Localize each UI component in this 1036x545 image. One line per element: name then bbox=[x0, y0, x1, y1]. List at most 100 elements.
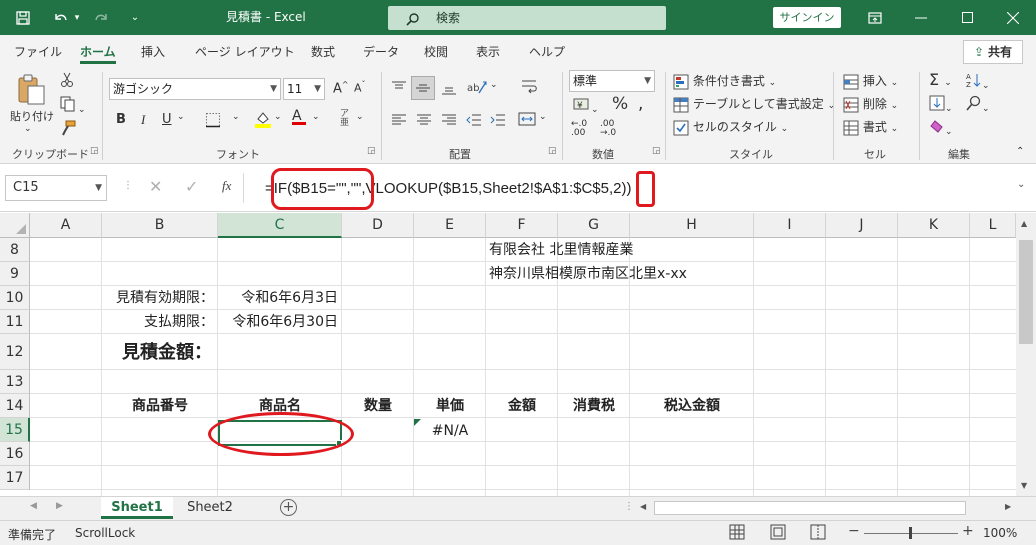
font-color-icon[interactable]: A bbox=[292, 108, 306, 125]
align-right-icon[interactable] bbox=[441, 112, 457, 131]
column-header-l[interactable]: L bbox=[970, 213, 1016, 238]
borders-icon[interactable] bbox=[205, 112, 221, 131]
row-header-13[interactable]: 13 bbox=[0, 370, 30, 394]
cell-f9[interactable]: 神奈川県相模原市南区北里x-xx bbox=[489, 262, 687, 286]
zoom-in-icon[interactable]: + bbox=[962, 523, 974, 539]
row-header-10[interactable]: 10 bbox=[0, 286, 30, 310]
format-as-table-button[interactable]: テーブルとして書式設定 ⌄ bbox=[673, 95, 835, 113]
font-launcher-icon[interactable]: ◲ bbox=[367, 146, 376, 156]
cell-c11[interactable]: 令和6年6月30日 bbox=[232, 310, 338, 334]
add-sheet-icon[interactable]: + bbox=[280, 499, 297, 516]
number-format-select[interactable]: 標準 ▼ bbox=[569, 70, 655, 92]
normal-view-icon[interactable] bbox=[729, 524, 747, 542]
italic-icon[interactable]: I bbox=[141, 112, 145, 128]
column-header-i[interactable]: I bbox=[754, 213, 826, 238]
increase-indent-icon[interactable] bbox=[490, 112, 506, 131]
orientation-dropdown-icon[interactable]: ⌄ bbox=[490, 80, 498, 90]
worksheet-grid[interactable]: A B C D E F G H I J K L 8 9 10 11 12 13 … bbox=[0, 213, 1016, 496]
align-left-icon[interactable] bbox=[391, 112, 407, 131]
collapse-ribbon-icon[interactable]: ⌃ bbox=[1016, 146, 1024, 157]
horizontal-scroll-thumb[interactable] bbox=[654, 501, 966, 515]
scroll-left-icon[interactable]: ◀ bbox=[640, 502, 646, 511]
zoom-level[interactable]: 100% bbox=[983, 526, 1017, 540]
cell-e14[interactable]: 単価 bbox=[414, 394, 486, 418]
close-icon[interactable] bbox=[990, 0, 1036, 35]
sheet-tab-sheet2[interactable]: Sheet2 bbox=[176, 497, 244, 519]
customize-qat-icon[interactable]: ⌄ bbox=[122, 0, 148, 35]
tab-split-icon[interactable]: ⋮ bbox=[624, 501, 634, 512]
merge-center-icon[interactable] bbox=[518, 110, 536, 131]
column-header-a[interactable]: A bbox=[30, 213, 102, 238]
wrap-text-icon[interactable] bbox=[520, 78, 538, 99]
increase-decimal-icon[interactable]: ←.0.00 bbox=[571, 120, 587, 138]
paste-button[interactable]: 貼り付け bbox=[10, 108, 54, 124]
cell-f14[interactable]: 金額 bbox=[486, 394, 558, 418]
prev-sheet-icon[interactable]: ◀ bbox=[30, 501, 37, 511]
cell-b12[interactable]: 見積金額： bbox=[122, 341, 212, 365]
cut-icon[interactable] bbox=[60, 72, 74, 91]
phonetic-icon[interactable]: ア亜 bbox=[340, 110, 349, 128]
row-header-16[interactable]: 16 bbox=[0, 442, 30, 466]
page-layout-view-icon[interactable] bbox=[770, 524, 788, 542]
fill-icon[interactable]: ⌄ bbox=[929, 95, 953, 114]
cell-f8[interactable]: 有限会社 北里情報産業 bbox=[489, 238, 633, 262]
column-header-g[interactable]: G bbox=[558, 213, 630, 238]
tab-page-layout[interactable]: ページ レイアウト bbox=[195, 43, 295, 60]
zoom-slider-handle[interactable] bbox=[909, 527, 912, 539]
decrease-indent-icon[interactable] bbox=[466, 112, 482, 131]
tab-formulas[interactable]: 数式 bbox=[311, 43, 335, 60]
font-size-select[interactable]: 11 ▼ bbox=[283, 78, 325, 100]
merge-dropdown-icon[interactable]: ⌄ bbox=[539, 112, 547, 122]
row-header-8[interactable]: 8 bbox=[0, 238, 30, 262]
font-name-select[interactable]: 游ゴシック ▼ bbox=[109, 78, 281, 100]
cell-b11[interactable]: 支払期限： bbox=[144, 310, 214, 334]
tab-view[interactable]: 表示 bbox=[476, 43, 500, 60]
sort-filter-icon[interactable]: A Z ⌄ bbox=[966, 72, 990, 91]
format-cells-button[interactable]: 書式 ⌄ bbox=[843, 118, 898, 136]
enter-icon[interactable]: ✓ bbox=[185, 177, 198, 196]
accounting-format-icon[interactable]: ¥ ⌄ bbox=[573, 96, 599, 115]
align-top-icon[interactable] bbox=[391, 80, 407, 99]
error-indicator-icon[interactable] bbox=[414, 419, 421, 426]
vertical-scrollbar[interactable]: ▲ ▼ bbox=[1016, 213, 1036, 496]
cell-h14[interactable]: 税込金額 bbox=[630, 394, 754, 418]
cell-b10[interactable]: 見積有効期限： bbox=[116, 286, 214, 310]
tab-review[interactable]: 校閲 bbox=[424, 43, 448, 60]
cell-g14[interactable]: 消費税 bbox=[558, 394, 630, 418]
bold-icon[interactable]: B bbox=[116, 112, 126, 127]
increase-font-icon[interactable]: A^ bbox=[333, 80, 349, 96]
conditional-formatting-button[interactable]: 条件付き書式 ⌄ bbox=[673, 72, 776, 90]
undo-dropdown-icon[interactable]: ▾ bbox=[70, 0, 84, 35]
copy-icon[interactable]: ⌄ bbox=[60, 96, 86, 115]
scroll-down-icon[interactable]: ▼ bbox=[1021, 481, 1027, 490]
align-middle-icon[interactable] bbox=[411, 76, 435, 100]
alignment-launcher-icon[interactable]: ◲ bbox=[548, 146, 557, 156]
share-button[interactable]: ⇪ 共有 bbox=[963, 40, 1023, 64]
tab-help[interactable]: ヘルプ bbox=[529, 43, 565, 60]
insert-cells-button[interactable]: 挿入 ⌄ bbox=[843, 72, 898, 90]
expand-formula-bar-icon[interactable]: ⌄ bbox=[1017, 179, 1025, 190]
autosum-icon[interactable]: Σ ⌄ bbox=[929, 70, 952, 89]
select-all-button[interactable] bbox=[0, 213, 30, 238]
clipboard-launcher-icon[interactable]: ◲ bbox=[90, 146, 99, 156]
percent-icon[interactable]: % bbox=[612, 94, 628, 114]
fill-color-icon[interactable] bbox=[254, 110, 272, 131]
row-header-9[interactable]: 9 bbox=[0, 262, 30, 286]
column-header-h[interactable]: H bbox=[630, 213, 754, 238]
column-header-b[interactable]: B bbox=[102, 213, 218, 238]
cell-b14[interactable]: 商品番号 bbox=[102, 394, 218, 418]
scroll-right-icon[interactable]: ▶ bbox=[1005, 502, 1011, 511]
row-header-17[interactable]: 17 bbox=[0, 466, 30, 490]
vertical-scroll-thumb[interactable] bbox=[1019, 240, 1033, 344]
align-center-icon[interactable] bbox=[416, 112, 432, 131]
scroll-up-icon[interactable]: ▲ bbox=[1021, 219, 1027, 228]
tab-home[interactable]: ホーム bbox=[80, 43, 116, 60]
column-header-f[interactable]: F bbox=[486, 213, 558, 238]
minimize-icon[interactable] bbox=[898, 0, 944, 35]
tab-data[interactable]: データ bbox=[363, 43, 399, 60]
fill-color-dropdown-icon[interactable]: ⌄ bbox=[274, 112, 282, 122]
tab-file[interactable]: ファイル bbox=[14, 43, 62, 60]
clear-icon[interactable]: ⌄ bbox=[929, 118, 953, 137]
maximize-icon[interactable] bbox=[944, 0, 990, 35]
row-header-15[interactable]: 15 bbox=[0, 418, 30, 442]
